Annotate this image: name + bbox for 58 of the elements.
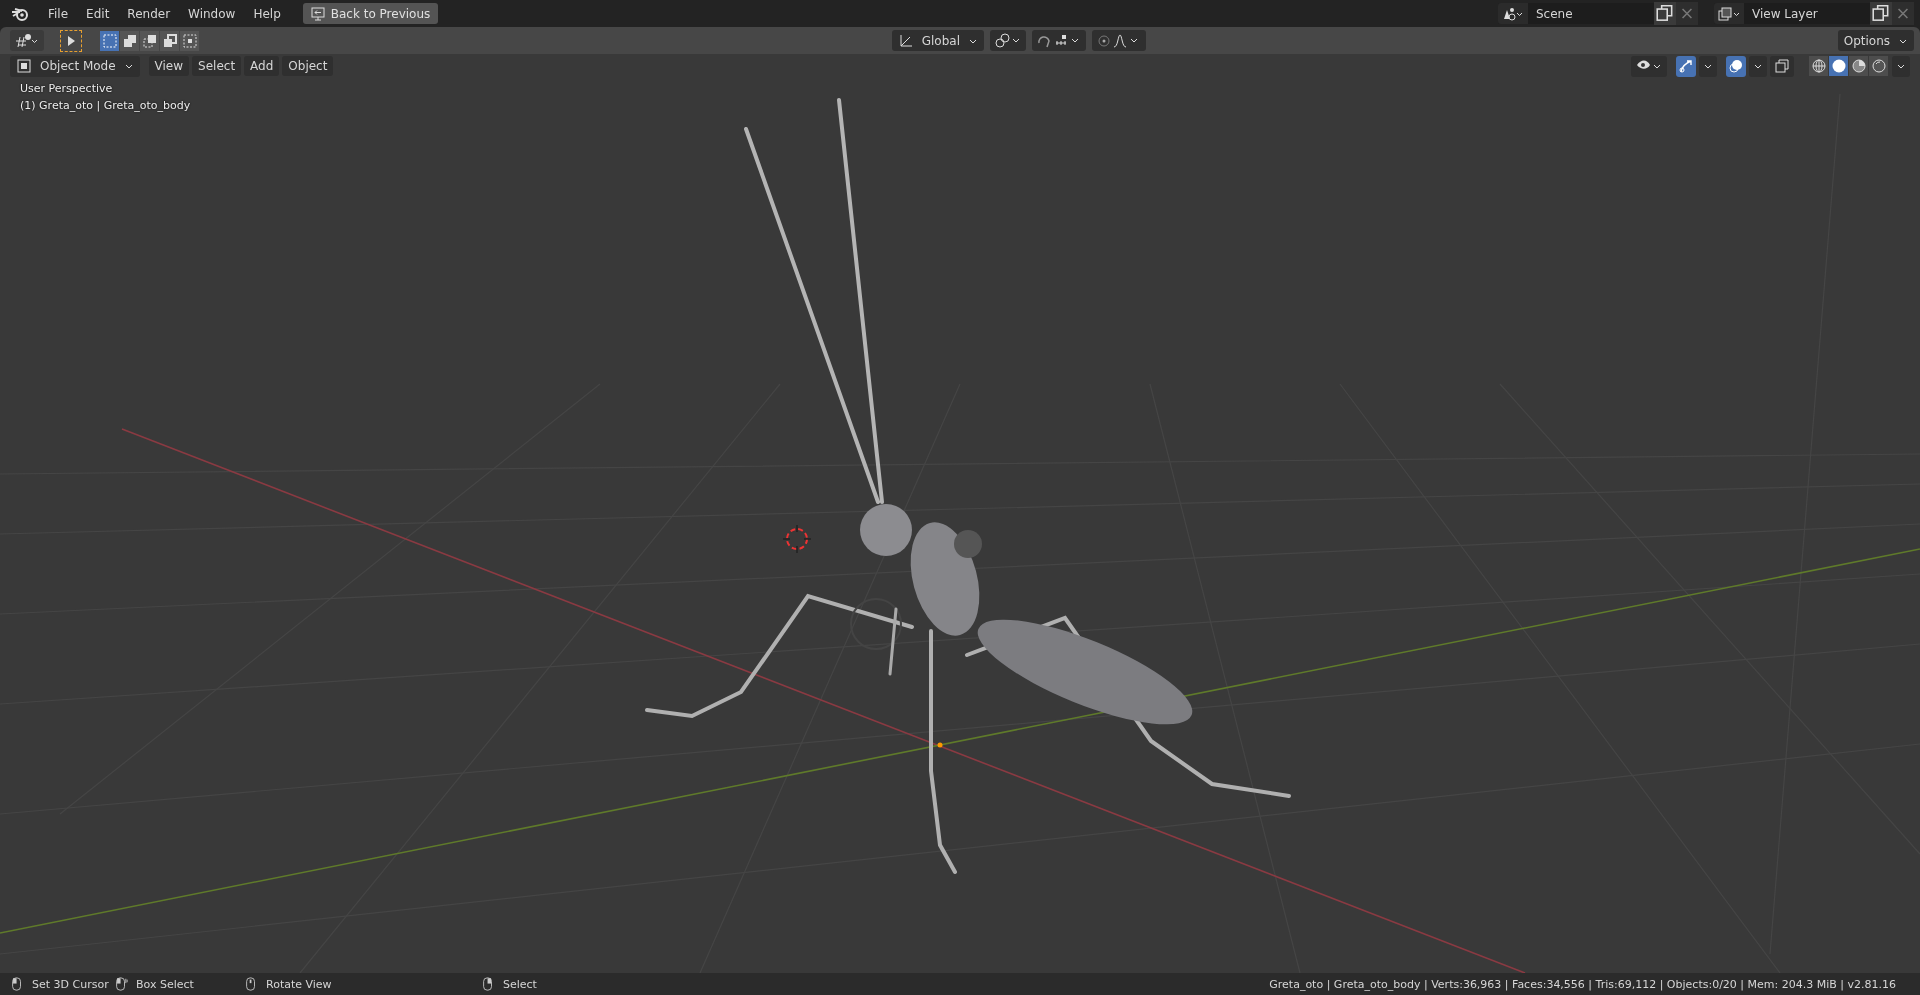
menu-item[interactable]: Window — [180, 6, 244, 21]
viewport-info-text: User Perspective — [20, 82, 114, 95]
menu-item[interactable]: Render — [119, 6, 179, 21]
3d-cursor-icon[interactable] — [782, 524, 812, 554]
cube-outline-icon — [16, 58, 32, 74]
object-mode-dropdown[interactable]: Object Mode — [10, 55, 140, 77]
transform-orientation-dropdown[interactable]: Global — [891, 30, 984, 51]
xray-toggle[interactable] — [1770, 55, 1794, 77]
selection-mode-button[interactable] — [140, 30, 159, 51]
axes-icon — [897, 32, 914, 49]
scene-statistics-text: Greta_oto | Greta_oto_body | Verts:36,963 | Faces:34,556 | Tris:69,112 | Objects:0/20 | Mem: 204.3 MiB | v2.81.16 — [1269, 977, 1897, 991]
shading-mode-button[interactable] — [1829, 56, 1848, 76]
mouse-icon — [481, 977, 495, 991]
selection-mode-icon — [121, 32, 138, 49]
blender-logo-icon[interactable] — [10, 5, 30, 22]
mouse-icon — [244, 977, 258, 991]
status-hint-text: Box Select — [136, 977, 194, 991]
selection-mode-icon — [181, 32, 198, 49]
selection-mode-icon — [161, 32, 178, 49]
menu-item[interactable]: Select — [192, 56, 242, 76]
visibility-dropdown[interactable] — [1631, 55, 1667, 77]
status-hint-text: Set 3D Cursor — [32, 977, 109, 991]
selection-mode-icon — [101, 32, 118, 49]
pivot-point-dropdown[interactable] — [990, 30, 1026, 51]
status-hint-text: Rotate View — [266, 977, 332, 991]
back-to-previous-button[interactable]: Back to Previous — [302, 3, 439, 24]
selection-mode-button[interactable] — [180, 30, 199, 51]
select-tool-button[interactable] — [60, 29, 82, 52]
screen-arrow-icon — [310, 6, 325, 21]
shading-mode-button[interactable] — [1869, 56, 1888, 76]
menu-item[interactable]: File — [40, 6, 77, 21]
menu-item[interactable]: Edit — [78, 6, 118, 21]
selection-mode-icon — [141, 32, 158, 49]
pointer-icon — [65, 33, 77, 48]
status-hint-text: Select — [503, 977, 537, 991]
view-layer-selector-icon[interactable] — [1714, 3, 1744, 24]
overlay-toggle[interactable] — [1726, 55, 1746, 77]
scene-selector-icon[interactable] — [1498, 3, 1528, 24]
viewport-info-text: (1) Greta_oto | Greta_oto_body — [20, 99, 192, 112]
mouse-icon — [10, 977, 24, 991]
snap-magnet-dropdown[interactable] — [1032, 30, 1086, 51]
menu-item[interactable]: View — [148, 56, 190, 76]
shading-mode-button[interactable] — [1809, 56, 1828, 76]
selection-mode-button[interactable] — [120, 30, 139, 51]
mouse-icon — [114, 977, 128, 991]
menu-item[interactable]: Add — [244, 56, 280, 76]
shading-mode-button[interactable] — [1849, 56, 1868, 76]
menu-item[interactable]: Help — [245, 6, 289, 21]
copy-icon[interactable] — [1654, 2, 1676, 25]
origin-dot — [937, 742, 943, 748]
proportional-editing-dropdown[interactable] — [1092, 30, 1146, 51]
selection-mode-button[interactable] — [160, 30, 179, 51]
menu-item[interactable]: Object — [282, 56, 334, 76]
selection-mode-button[interactable] — [100, 30, 119, 51]
tool-settings-dropdown[interactable] — [10, 30, 44, 51]
gizmo-toggle[interactable] — [1676, 55, 1696, 77]
copy-icon[interactable] — [1870, 2, 1892, 25]
options-dropdown[interactable]: Options — [1837, 30, 1914, 51]
